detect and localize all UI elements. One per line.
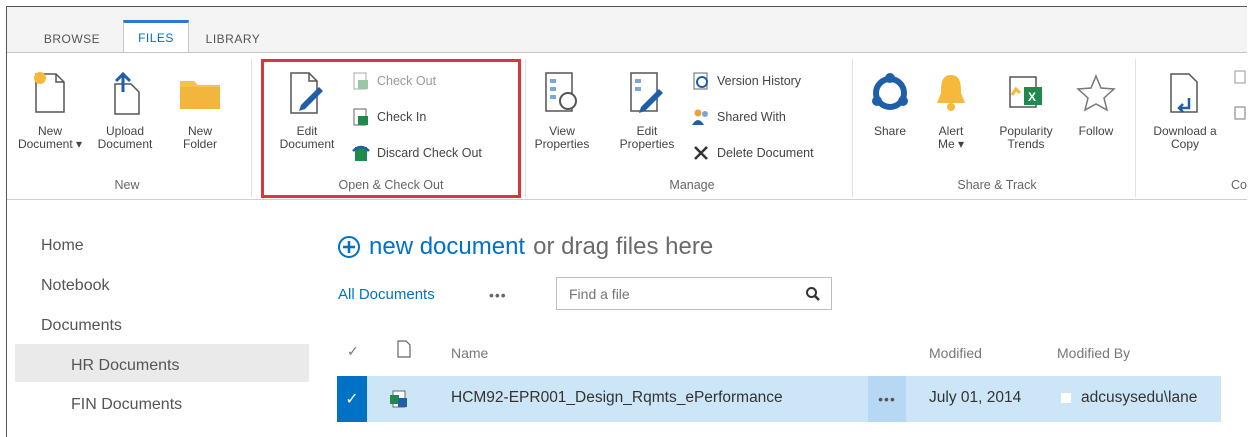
new-document-link[interactable]: new document — [369, 233, 525, 261]
check-in-icon — [353, 108, 368, 126]
table-row[interactable]: ✓ HCM92-EPR001_Design_Rqmts_ePerformance… — [337, 376, 1221, 422]
check-in-button[interactable]: Check In — [351, 107, 426, 127]
edit-properties-button[interactable]: Edit Properties — [607, 61, 687, 151]
star-icon — [1066, 61, 1126, 125]
ribbon-divider — [1135, 59, 1136, 197]
manage-copies-button[interactable] — [1233, 105, 1247, 121]
alert-me-button[interactable]: Alert Me ▾ — [928, 61, 974, 151]
file-type-header-icon — [397, 340, 411, 358]
modified-by-user[interactable]: adcusysedu\lane — [1081, 389, 1197, 407]
send-to-icon — [1234, 70, 1246, 84]
view-more-button[interactable]: ••• — [489, 287, 507, 303]
ribbon-divider — [852, 59, 853, 197]
view-properties-button[interactable]: View Properties — [527, 61, 597, 151]
nav-hr-documents[interactable]: HR Documents — [71, 357, 179, 375]
row-more-button[interactable]: ••• — [868, 376, 906, 422]
ribbon-divider — [525, 59, 526, 197]
download-icon — [1143, 61, 1227, 125]
open-check-out-group-label: Open & Check Out — [338, 178, 444, 192]
follow-button[interactable]: Follow — [1066, 61, 1126, 138]
new-document-prompt: new document or drag files here — [337, 233, 713, 261]
drag-files-text: or drag files here — [533, 233, 714, 260]
new-document-icon — [15, 61, 85, 125]
upload-document-button[interactable]: Upload Document — [85, 61, 165, 151]
check-out-button[interactable]: Check Out — [351, 71, 436, 91]
new-document-button[interactable]: New Document ▾ — [15, 61, 85, 151]
discard-check-out-icon — [352, 145, 370, 161]
new-group-label: New — [114, 178, 140, 192]
tab-files[interactable]: FILES — [123, 20, 189, 52]
search-icon[interactable] — [805, 286, 821, 302]
tab-browse[interactable]: BROWSE — [27, 25, 117, 52]
popularity-trends-button[interactable]: X Popularity Trends — [986, 61, 1066, 151]
nav-fin-documents[interactable]: FIN Documents — [71, 396, 182, 414]
tab-library[interactable]: LIBRARY — [193, 25, 273, 52]
shared-with-icon — [692, 109, 708, 125]
column-header-modified[interactable]: Modified — [929, 345, 982, 361]
edit-properties-icon — [607, 61, 687, 125]
send-to-button[interactable] — [1233, 69, 1247, 85]
manage-group-label: Manage — [669, 178, 715, 192]
new-folder-button[interactable]: New Folder — [165, 61, 235, 151]
folder-icon — [165, 61, 235, 125]
nav-documents[interactable]: Documents — [41, 317, 122, 335]
search-input[interactable] — [567, 285, 791, 303]
version-history-icon — [693, 72, 708, 90]
share-button[interactable]: Share — [862, 61, 918, 138]
document-name-link[interactable]: HCM92-EPR001_Design_Rqmts_ePerformance — [451, 389, 783, 407]
manage-copies-icon — [1234, 106, 1246, 120]
nav-home[interactable]: Home — [41, 237, 84, 255]
edit-document-button[interactable]: Edit Document — [267, 61, 347, 151]
edit-document-icon — [267, 61, 347, 125]
version-history-button[interactable]: Version History — [691, 71, 801, 91]
search-box[interactable] — [556, 277, 832, 310]
share-track-group-label: Share & Track — [957, 178, 1037, 192]
svg-text:X: X — [1028, 90, 1036, 104]
document-file-icon — [390, 390, 407, 408]
select-all-checkmark-icon[interactable]: ✓ — [347, 343, 359, 360]
view-properties-icon — [527, 61, 597, 125]
row-checkbox[interactable]: ✓ — [337, 376, 367, 422]
delete-document-button[interactable]: Delete Document — [691, 143, 814, 163]
ribbon: New Document ▾ Upload Document New Folde… — [7, 52, 1247, 200]
column-header-modified-by[interactable]: Modified By — [1057, 345, 1130, 361]
nav-notebook[interactable]: Notebook — [41, 277, 110, 295]
discard-check-out-button[interactable]: Discard Check Out — [351, 143, 482, 163]
column-header-name[interactable]: Name — [451, 345, 488, 361]
upload-icon — [85, 61, 165, 125]
share-icon — [862, 61, 918, 125]
popularity-trends-icon: X — [986, 61, 1066, 125]
ribbon-divider — [251, 59, 252, 197]
copies-group-label: Co — [1231, 178, 1247, 192]
delete-icon — [694, 146, 708, 160]
view-all-documents[interactable]: All Documents — [338, 286, 435, 303]
check-out-icon — [353, 72, 368, 90]
modified-date: July 01, 2014 — [929, 389, 1022, 406]
add-circle-icon[interactable] — [337, 235, 361, 259]
sharepoint-window: BROWSE FILES LIBRARY New Document ▾ Uplo… — [6, 6, 1247, 437]
download-copy-button[interactable]: Download a Copy — [1143, 61, 1227, 151]
shared-with-button[interactable]: Shared With — [691, 107, 786, 127]
bell-icon — [928, 61, 974, 125]
presence-indicator — [1061, 393, 1071, 403]
ribbon-tab-bar: BROWSE FILES LIBRARY — [7, 7, 1247, 52]
